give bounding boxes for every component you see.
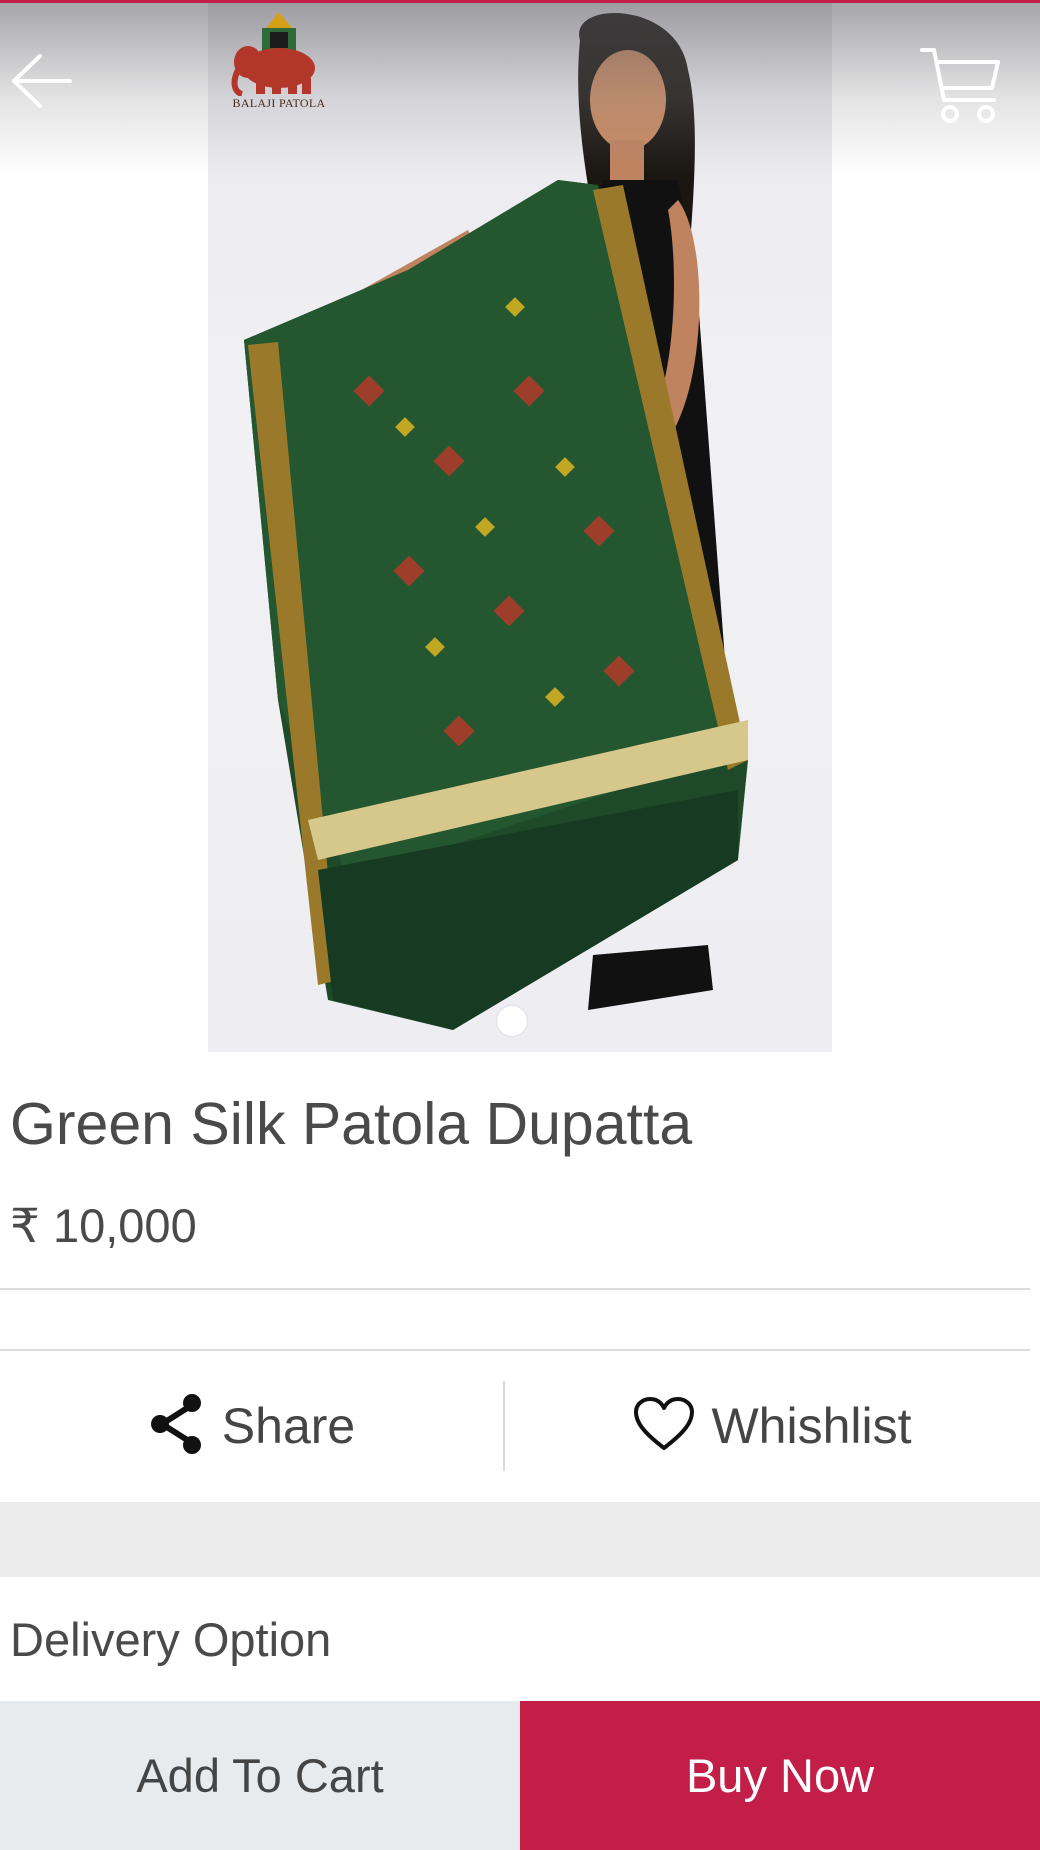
product-title: Green Silk Patola Dupatta: [10, 1091, 693, 1157]
top-accent-line: [0, 0, 1040, 3]
carousel-indicator-dot[interactable]: [497, 1006, 527, 1036]
header-gradient: [0, 0, 1040, 175]
add-to-cart-button[interactable]: Add To Cart: [0, 1701, 520, 1850]
logo-text: BALAJI PATOLA: [232, 96, 326, 110]
cart-button[interactable]: [920, 44, 1002, 126]
share-label: Share: [221, 1398, 356, 1454]
wishlist-label: Whishlist: [711, 1398, 912, 1454]
arrow-left-icon: [10, 54, 72, 116]
product-image-carousel[interactable]: BALAJI PATOLA: [0, 0, 1040, 1052]
share-button[interactable]: Share: [0, 1351, 503, 1501]
shopping-cart-icon: [920, 48, 1002, 130]
product-price: ₹ 10,000: [10, 1199, 197, 1252]
divider: [0, 1288, 1030, 1290]
section-spacer: [0, 1502, 1040, 1577]
heart-outline-icon: [633, 1396, 695, 1457]
share-icon: [148, 1393, 206, 1460]
delivery-option-heading: Delivery Option: [10, 1613, 332, 1666]
elephant-logo-icon: [231, 12, 315, 97]
back-button[interactable]: [10, 50, 72, 112]
buy-now-button[interactable]: Buy Now: [520, 1701, 1040, 1850]
wishlist-button[interactable]: Whishlist: [505, 1351, 1040, 1501]
purchase-bar: Add To Cart Buy Now: [0, 1701, 1040, 1850]
product-actions: Share Whishlist: [0, 1351, 1040, 1501]
brand-logo: BALAJI PATOLA: [226, 10, 332, 110]
